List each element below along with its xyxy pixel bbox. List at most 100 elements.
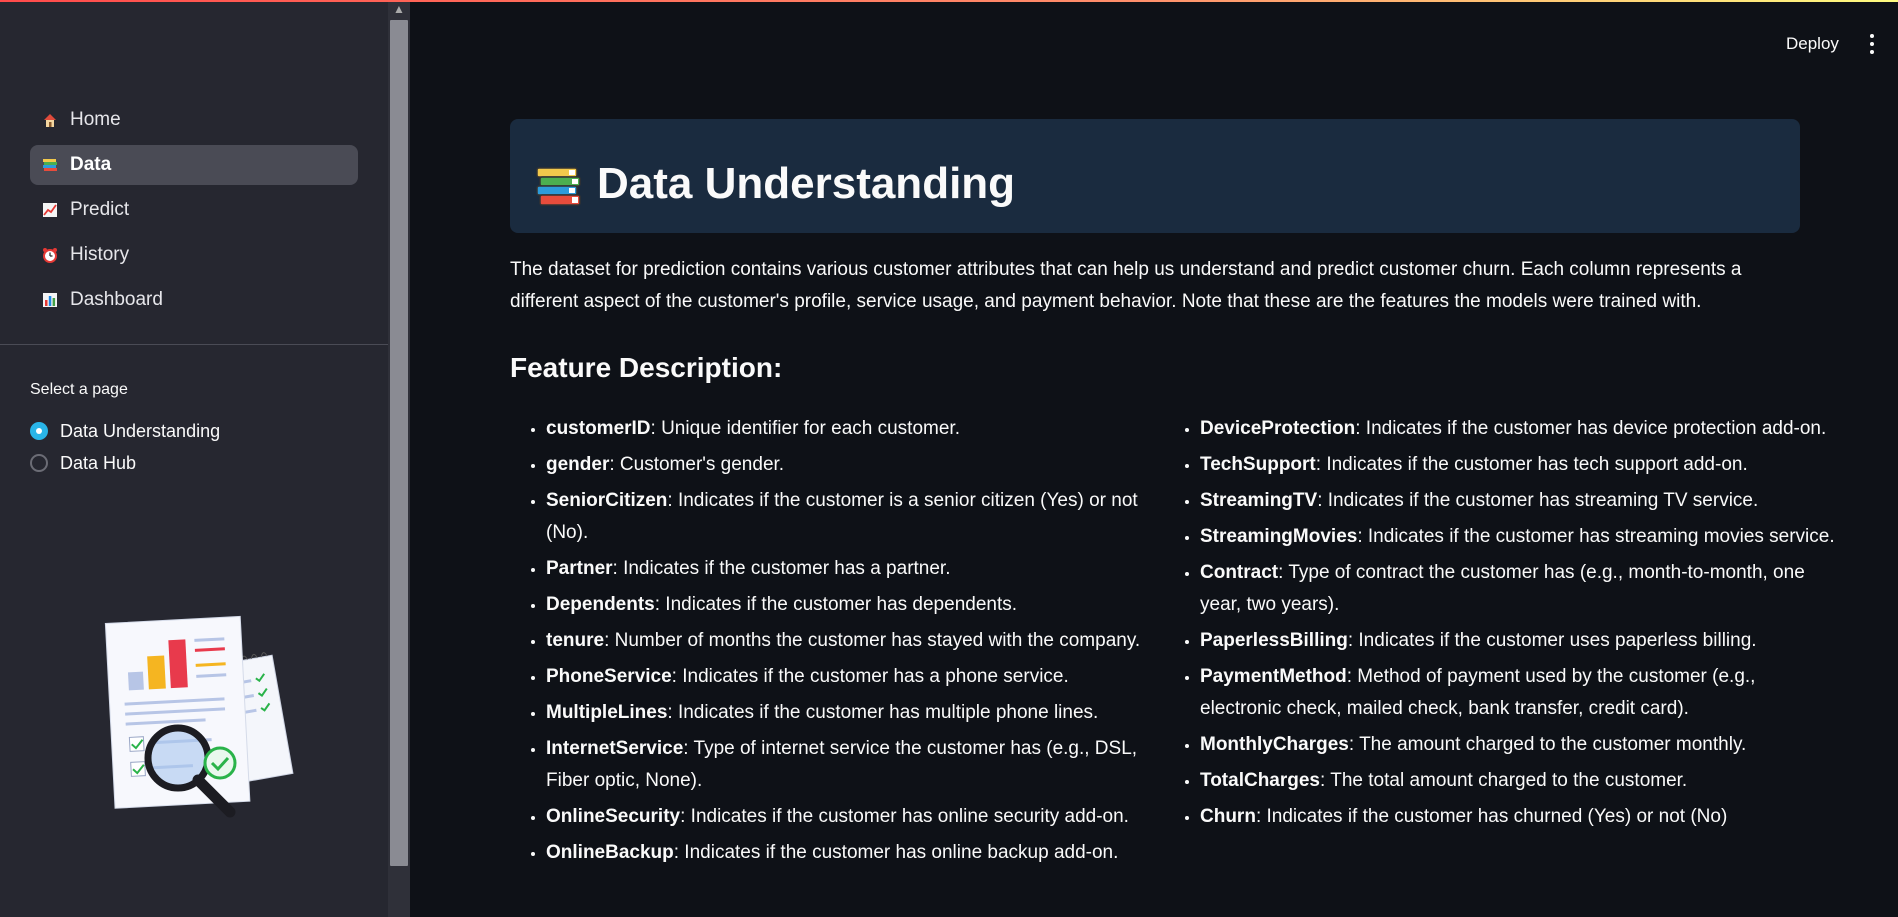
sidebar-item-label: Dashboard (70, 289, 163, 310)
list-item: PhoneService: Indicates if the customer … (546, 661, 1166, 693)
feature-desc: : Indicates if the customer has churned … (1255, 806, 1728, 827)
top-decoration-bar (0, 0, 1898, 2)
report-illustration (104, 615, 294, 818)
radio-option-data-understanding[interactable]: Data Understanding (30, 415, 220, 447)
feature-name: PaperlessBilling (1200, 630, 1348, 651)
feature-desc: : Indicates if the customer has tech sup… (1315, 454, 1748, 475)
feature-desc: : The total amount charged to the custom… (1320, 770, 1688, 791)
feature-desc: : Customer's gender. (609, 454, 785, 475)
feature-desc: : Indicates if the customer has multiple… (667, 702, 1099, 723)
list-item: Dependents: Indicates if the customer ha… (546, 589, 1166, 621)
feature-name: Partner (546, 558, 613, 579)
feature-desc: : Indicates if the customer has streamin… (1357, 526, 1835, 547)
feature-name: tenure (546, 630, 605, 651)
radio-label: Data Hub (60, 452, 137, 473)
alarm-clock-icon (43, 248, 57, 263)
radio-unchecked-icon[interactable] (30, 454, 48, 472)
feature-name: StreamingTV (1200, 490, 1318, 511)
feature-name: PaymentMethod (1200, 666, 1347, 687)
feature-name: MonthlyCharges (1200, 734, 1349, 755)
radio-checked-icon[interactable] (30, 422, 48, 440)
title-banner: Data Understanding (510, 119, 1800, 233)
feature-description-heading: Feature Description: (510, 352, 783, 383)
bar-chart-icon (43, 293, 57, 307)
list-item: StreamingTV: Indicates if the customer h… (1200, 485, 1836, 517)
feature-desc: : Indicates if the customer uses paperle… (1347, 630, 1757, 651)
list-item: Churn: Indicates if the customer has chu… (1200, 801, 1836, 833)
feature-list-left: customerID: Unique identifier for each c… (510, 413, 1166, 873)
page-radio-group: Data Understanding Data Hub (30, 415, 220, 479)
feature-name: OnlineBackup (546, 842, 674, 863)
sidebar-nav: Home Data Predict History Dashboard (30, 100, 358, 325)
list-item: OnlineBackup: Indicates if the customer … (546, 837, 1166, 869)
feature-name: OnlineSecurity (546, 806, 681, 827)
sidebar: Home Data Predict History Dashboard Sele… (0, 0, 388, 917)
books-icon (536, 167, 581, 206)
list-item: TotalCharges: The total amount charged t… (1200, 765, 1836, 797)
feature-name: TechSupport (1200, 454, 1316, 475)
sidebar-item-label: Data (70, 154, 112, 175)
feature-desc: : Indicates if the customer has streamin… (1317, 490, 1759, 511)
feature-desc: : Unique identifier for each customer. (650, 418, 960, 439)
sidebar-item-home[interactable]: Home (30, 100, 358, 140)
feature-name: MultipleLines (546, 702, 668, 723)
list-item: customerID: Unique identifier for each c… (546, 413, 1166, 445)
feature-desc: : Number of months the customer has stay… (604, 630, 1141, 651)
feature-name: gender (546, 454, 610, 475)
sidebar-item-predict[interactable]: Predict (30, 190, 358, 230)
list-item: InternetService: Type of internet servic… (546, 733, 1166, 797)
scroll-up-arrow-icon[interactable]: ▲ (392, 2, 406, 16)
scrollbar-thumb[interactable] (390, 20, 408, 866)
chart-up-icon (43, 203, 57, 217)
feature-name: Dependents (546, 594, 655, 615)
sidebar-item-dashboard[interactable]: Dashboard (30, 280, 358, 320)
list-item: MultipleLines: Indicates if the customer… (546, 697, 1166, 729)
house-icon (44, 114, 56, 127)
deploy-button[interactable]: Deploy (1774, 28, 1851, 60)
sidebar-item-label: Home (70, 109, 121, 130)
feature-desc: : Indicates if the customer has online b… (673, 842, 1119, 863)
intro-paragraph: The dataset for prediction contains vari… (510, 259, 1742, 312)
list-item: PaymentMethod: Method of payment used by… (1200, 661, 1836, 725)
sidebar-scrollbar[interactable]: ▲ (388, 0, 410, 917)
list-item: TechSupport: Indicates if the customer h… (1200, 449, 1836, 481)
feature-name: SeniorCitizen (546, 490, 668, 511)
feature-name: StreamingMovies (1200, 526, 1358, 547)
sidebar-item-label: History (70, 244, 130, 265)
feature-desc: : Indicates if the customer has online s… (680, 806, 1129, 827)
feature-desc: : Indicates if the customer has dependen… (654, 594, 1018, 615)
feature-desc: : Type of contract the customer has (e.g… (1200, 562, 1805, 615)
list-item: tenure: Number of months the customer ha… (546, 625, 1166, 657)
list-item: gender: Customer's gender. (546, 449, 1166, 481)
list-item: PaperlessBilling: Indicates if the custo… (1200, 625, 1836, 657)
list-item: StreamingMovies: Indicates if the custom… (1200, 521, 1836, 553)
feature-desc: : Indicates if the customer has device p… (1355, 418, 1827, 439)
list-item: OnlineSecurity: Indicates if the custome… (546, 801, 1166, 833)
feature-name: InternetService (546, 738, 684, 759)
feature-list-right: DeviceProtection: Indicates if the custo… (1164, 413, 1836, 837)
radio-option-data-hub[interactable]: Data Hub (30, 447, 220, 479)
more-options-icon[interactable] (1862, 30, 1882, 58)
feature-desc: : The amount charged to the customer mon… (1348, 734, 1747, 755)
page-select-label: Select a page (30, 381, 128, 398)
page-title: Data Understanding (597, 159, 1016, 208)
feature-name: customerID (546, 418, 651, 439)
feature-name: Contract (1200, 562, 1279, 583)
radio-label: Data Understanding (60, 420, 221, 441)
sidebar-item-history[interactable]: History (30, 235, 358, 275)
sidebar-divider (0, 344, 388, 345)
feature-name: DeviceProtection (1200, 418, 1356, 439)
list-item: DeviceProtection: Indicates if the custo… (1200, 413, 1836, 445)
feature-desc: : Indicates if the customer has a partne… (612, 558, 951, 579)
list-item: SeniorCitizen: Indicates if the customer… (546, 485, 1166, 549)
feature-name: Churn (1200, 806, 1256, 827)
feature-desc: : Indicates if the customer has a phone … (671, 666, 1069, 687)
list-item: Contract: Type of contract the customer … (1200, 557, 1836, 621)
feature-name: TotalCharges (1200, 770, 1321, 791)
list-item: Partner: Indicates if the customer has a… (546, 553, 1166, 585)
list-item: MonthlyCharges: The amount charged to th… (1200, 729, 1836, 761)
feature-name: PhoneService (546, 666, 672, 687)
sidebar-item-label: Predict (70, 199, 130, 220)
sidebar-item-data[interactable]: Data (30, 145, 358, 185)
books-icon (43, 159, 57, 171)
